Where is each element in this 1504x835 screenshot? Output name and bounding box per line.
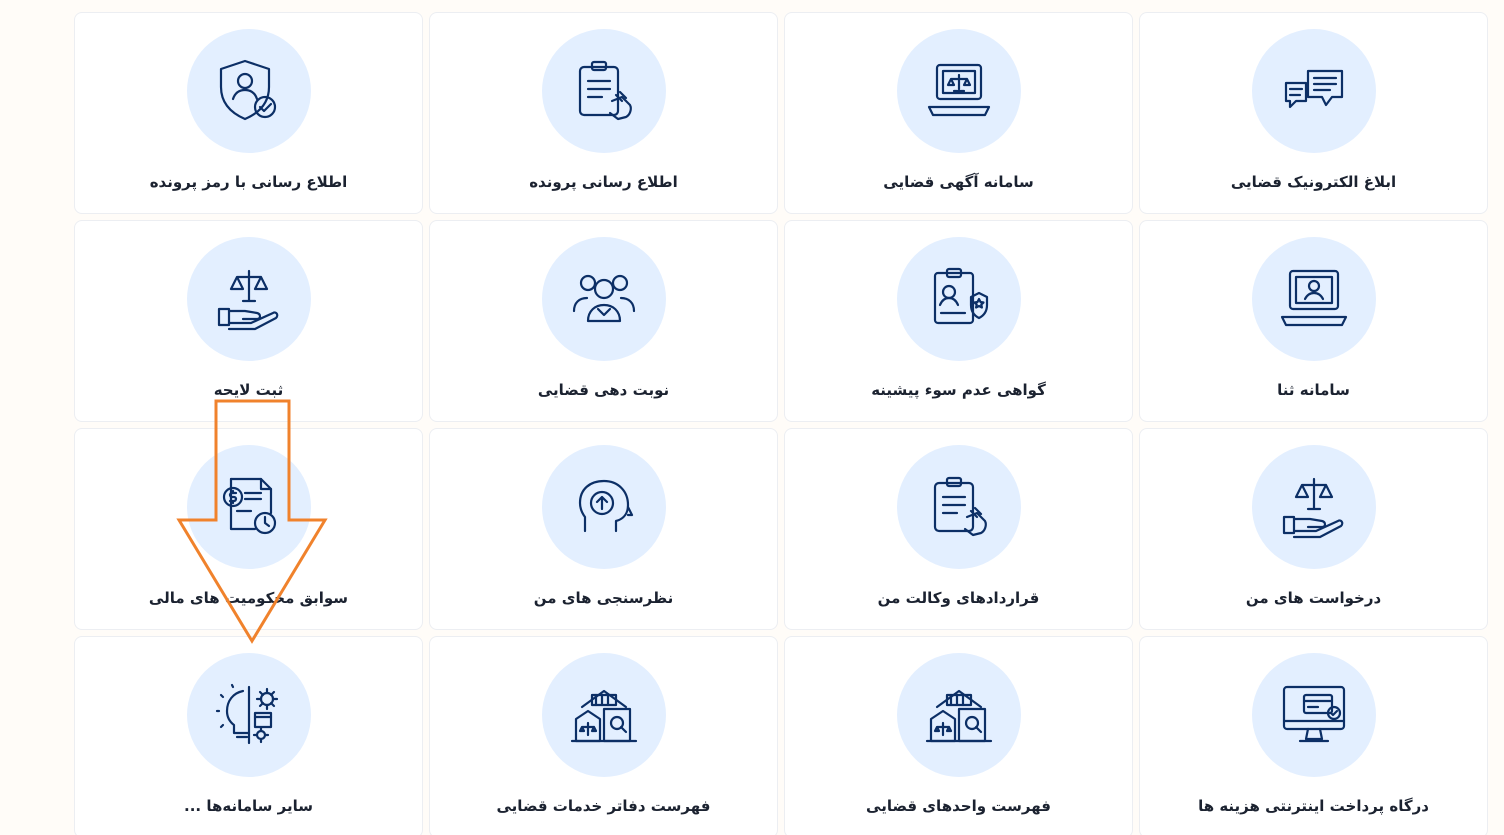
clipboard-badge-icon bbox=[896, 237, 1021, 361]
service-card-label: اطلاع رسانی پرونده bbox=[529, 173, 678, 191]
service-card[interactable]: فهرست دفاتر خدمات قضایی bbox=[429, 636, 778, 835]
service-card-label: نوبت دهی قضایی bbox=[537, 381, 670, 399]
service-card-label: فهرست دفاتر خدمات قضایی bbox=[496, 797, 711, 815]
monitor-card-icon bbox=[1251, 653, 1376, 777]
hand-scales-icon bbox=[1251, 445, 1376, 569]
clipboard-hand-icon bbox=[541, 29, 666, 153]
people-group-icon bbox=[541, 237, 666, 361]
hand-scales-icon bbox=[186, 237, 311, 361]
service-card-label: نظرسنجی های من bbox=[533, 589, 674, 607]
laptop-scales-icon bbox=[896, 29, 1021, 153]
service-card[interactable]: گواهی عدم سوء پیشینه bbox=[784, 220, 1133, 422]
service-card-label: درخواست های من bbox=[1245, 589, 1382, 607]
shield-user-check-icon bbox=[186, 29, 311, 153]
head-arrow-icon bbox=[541, 445, 666, 569]
service-card[interactable]: درگاه پرداخت اینترنتی هزینه ها bbox=[1139, 636, 1488, 835]
buildings-search-icon bbox=[541, 653, 666, 777]
service-card[interactable]: اطلاع رسانی با رمز پرونده bbox=[74, 12, 423, 214]
service-card-label: سامانه ثنا bbox=[1277, 381, 1350, 399]
service-card[interactable]: سایر سامانه‌ها ... bbox=[74, 636, 423, 835]
services-page: ابلاغ الکترونیک قضایی سامانه آگهی قضایی اط… bbox=[0, 0, 1504, 835]
service-card-label: سایر سامانه‌ها ... bbox=[184, 797, 313, 815]
service-card[interactable]: نظرسنجی های من bbox=[429, 428, 778, 630]
service-card[interactable]: ثبت لایحه bbox=[74, 220, 423, 422]
service-card-label: قراردادهای وکالت من bbox=[877, 589, 1040, 607]
chat-bubbles-icon bbox=[1251, 29, 1376, 153]
clipboard-hand-icon bbox=[896, 445, 1021, 569]
money-document-clock-icon bbox=[186, 445, 311, 569]
service-card-label: گواهی عدم سوء پیشینه bbox=[871, 381, 1046, 399]
services-grid: ابلاغ الکترونیک قضایی سامانه آگهی قضایی اط… bbox=[74, 12, 1488, 835]
service-card-label: درگاه پرداخت اینترنتی هزینه ها bbox=[1198, 797, 1429, 815]
service-card[interactable]: فهرست واحدهای قضایی bbox=[784, 636, 1133, 835]
service-card[interactable]: درخواست های من bbox=[1139, 428, 1488, 630]
buildings-search-icon bbox=[896, 653, 1021, 777]
service-card-label: ثبت لایحه bbox=[213, 381, 284, 399]
service-card-label: سامانه آگهی قضایی bbox=[883, 173, 1034, 191]
service-card[interactable]: سامانه ثنا bbox=[1139, 220, 1488, 422]
service-card[interactable]: ابلاغ الکترونیک قضایی bbox=[1139, 12, 1488, 214]
service-card[interactable]: نوبت دهی قضایی bbox=[429, 220, 778, 422]
service-card-label: سوابق محکومیت های مالی bbox=[148, 589, 349, 607]
bulb-gears-icon bbox=[186, 653, 311, 777]
service-card[interactable]: قراردادهای وکالت من bbox=[784, 428, 1133, 630]
service-card[interactable]: سامانه آگهی قضایی bbox=[784, 12, 1133, 214]
service-card-label: اطلاع رسانی با رمز پرونده bbox=[149, 173, 348, 191]
service-card[interactable]: اطلاع رسانی پرونده bbox=[429, 12, 778, 214]
service-card-label: ابلاغ الکترونیک قضایی bbox=[1230, 173, 1397, 191]
service-card-label: فهرست واحدهای قضایی bbox=[866, 797, 1051, 815]
laptop-user-icon bbox=[1251, 237, 1376, 361]
service-card[interactable]: سوابق محکومیت های مالی bbox=[74, 428, 423, 630]
